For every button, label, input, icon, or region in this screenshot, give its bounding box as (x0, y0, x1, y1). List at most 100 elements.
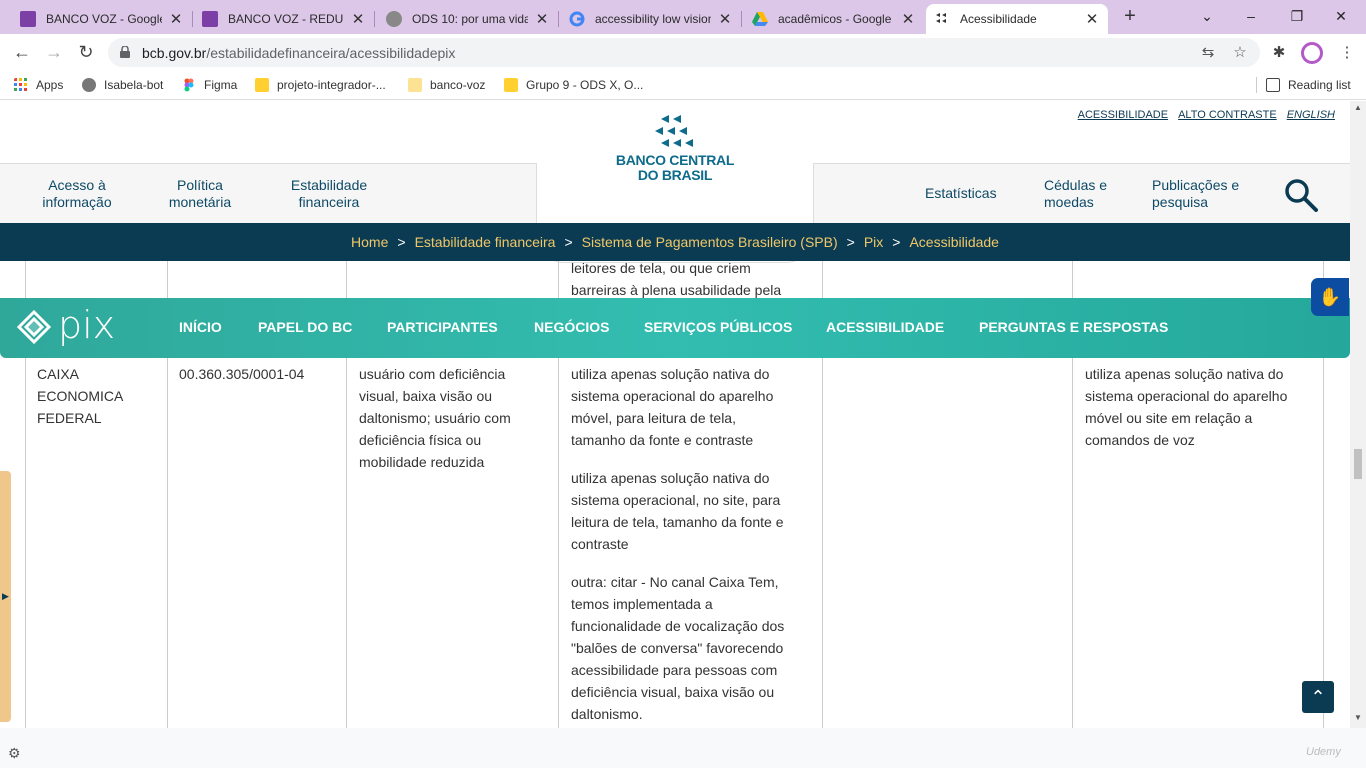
new-tab-button[interactable]: + (1118, 4, 1142, 30)
profile-avatar[interactable] (1301, 42, 1323, 64)
browser-toolbar: ← → ↻ bcb.gov.br/estabilidadefinanceira/… (0, 34, 1366, 70)
logo-text-line1: BANCO CENTRAL (615, 152, 735, 168)
reading-list-button[interactable]: Reading list (1266, 76, 1351, 94)
breadcrumb-home[interactable]: Home (351, 234, 388, 250)
drive-icon (752, 11, 768, 27)
gear-icon[interactable]: ⚙ (8, 745, 21, 762)
menu-icon[interactable]: ⋮ (1336, 42, 1358, 64)
restore-icon[interactable]: ❐ (1282, 4, 1312, 28)
bookmark-isabela-bot[interactable]: Isabela-bot (82, 76, 163, 94)
tab-title: Acessibilidade (960, 12, 1037, 26)
close-window-icon[interactable]: ✕ (1326, 4, 1356, 28)
link-alto-contraste[interactable]: ALTO CONTRASTE (1178, 109, 1277, 121)
close-icon[interactable]: ✕ (1084, 10, 1100, 28)
breadcrumb-spb[interactable]: Sistema de Pagamentos Brasileiro (SPB) (582, 234, 838, 250)
reading-list-icon (1266, 78, 1280, 92)
side-panel-tab[interactable]: ▶ (0, 471, 11, 722)
pix-logo[interactable]: pix (16, 303, 124, 352)
minimize-icon[interactable]: – (1236, 4, 1266, 28)
bcb-icon (934, 11, 950, 27)
extensions-icon[interactable]: ✱ (1268, 42, 1290, 64)
nav-publicacoes-pesquisa[interactable]: Publicações e pesquisa (1152, 177, 1239, 211)
bot-icon (82, 78, 96, 92)
folder-icon (408, 78, 422, 92)
browser-tab-1[interactable]: BANCO VOZ - Google ✕ (12, 4, 193, 34)
pix-logo-text: pix (58, 303, 116, 347)
pix-menu-negocios[interactable]: NEGÓCIOS (534, 319, 609, 335)
link-english[interactable]: ENGLISH (1287, 109, 1335, 121)
bcb-logo[interactable]: BANCO CENTRAL DO BRASIL (610, 113, 740, 183)
lock-icon (120, 46, 130, 58)
tab-title: ODS 10: por uma vida (412, 12, 528, 26)
chevron-right-icon: ▶ (2, 591, 9, 601)
search-icon[interactable] (1284, 178, 1318, 212)
table-cell-institution: CAIXA ECONOMICA FEDERAL (37, 366, 124, 426)
close-icon[interactable]: ✕ (534, 10, 550, 28)
miro-icon (255, 78, 269, 92)
breadcrumb-estabilidade[interactable]: Estabilidade financeira (415, 234, 556, 250)
pix-menu-servicos-publicos[interactable]: SERVIÇOS PÚBLICOS (644, 319, 792, 335)
bookmark-star-icon[interactable]: ☆ (1230, 43, 1250, 63)
pix-menu-participantes[interactable]: PARTICIPANTES (387, 319, 498, 335)
table-cell-cnpj: 00.360.305/0001-04 (179, 366, 305, 382)
accessibility-links: ACESSIBILIDADE ALTO CONTRASTE ENGLISH (1078, 109, 1335, 121)
bookmark-apps[interactable]: Apps (14, 76, 63, 94)
browser-tab-2[interactable]: BANCO VOZ - REDUÇÃ ✕ (194, 4, 375, 34)
table-cell-solutions: utiliza apenas solução nativa do sistema… (571, 366, 785, 722)
scroll-up-icon[interactable]: ▲ (1350, 103, 1366, 112)
watermark-text: Udemy (1306, 746, 1341, 758)
back-to-top-button[interactable]: ⌃ (1302, 681, 1334, 713)
scroll-down-icon[interactable]: ▼ (1350, 713, 1366, 722)
browser-tab-4[interactable]: accessibility low vision ✕ (561, 4, 742, 34)
scrollbar-thumb[interactable] (1354, 449, 1362, 479)
close-icon[interactable]: ✕ (168, 10, 184, 28)
sheets-icon (20, 11, 36, 27)
tab-title: acadêmicos - Google (778, 12, 892, 26)
chevron-up-icon: ⌃ (1310, 687, 1326, 707)
logo-text-line2: DO BRASIL (637, 167, 713, 183)
bookmark-grupo-9[interactable]: Grupo 9 - ODS X, O... (504, 76, 643, 94)
browser-tab-3[interactable]: ODS 10: por uma vida ✕ (378, 4, 559, 34)
bcb-mark-icon (655, 115, 693, 147)
pix-menu-bar: pix INÍCIO PAPEL DO BC PARTICIPANTES NEG… (0, 298, 1350, 358)
table-cell-public: usuário com deficiência visual, baixa vi… (359, 366, 511, 470)
miro-icon (504, 78, 518, 92)
bookmark-projeto-integrador[interactable]: projeto-integrador-... (255, 76, 386, 94)
pix-menu-acessibilidade[interactable]: ACESSIBILIDADE (826, 319, 944, 335)
page-scrollbar[interactable]: ▲ ▼ (1350, 101, 1366, 728)
pix-menu-inicio[interactable]: INÍCIO (179, 319, 222, 335)
bookmark-banco-voz[interactable]: banco-voz (408, 76, 485, 94)
bookmark-figma[interactable]: Figma (182, 76, 237, 94)
browser-tab-5[interactable]: acadêmicos - Google ✕ (744, 4, 924, 34)
tab-search-icon[interactable]: ⌄ (1192, 4, 1222, 28)
tab-title: BANCO VOZ - Google (46, 12, 162, 26)
url-text: bcb.gov.br/estabilidadefinanceira/acessi… (142, 45, 456, 61)
sheets-icon (202, 11, 218, 27)
forward-icon[interactable]: → (41, 40, 67, 64)
close-icon[interactable]: ✕ (900, 10, 916, 28)
browser-tab-strip: BANCO VOZ - Google ✕ BANCO VOZ - REDUÇÃ … (0, 0, 1366, 34)
nav-estatisticas[interactable]: Estatísticas (925, 185, 997, 202)
browser-tab-active[interactable]: Acessibilidade ✕ (926, 4, 1108, 34)
breadcrumb-pix[interactable]: Pix (864, 234, 883, 250)
bottom-overlay-bar: ⚙ Udemy (0, 728, 1366, 768)
google-icon (569, 11, 585, 27)
reload-icon[interactable]: ↻ (73, 40, 99, 64)
libras-hand-icon[interactable]: ✋ (1311, 278, 1349, 316)
pix-menu-papel-bc[interactable]: PAPEL DO BC (258, 319, 352, 335)
translate-icon[interactable]: ⇆ (1198, 43, 1218, 63)
pix-menu-perguntas[interactable]: PERGUNTAS E RESPOSTAS (979, 319, 1168, 335)
nav-politica-monetaria[interactable]: Política monetária (160, 177, 240, 211)
breadcrumb: Home > Estabilidade financeira > Sistema… (0, 223, 1350, 261)
close-icon[interactable]: ✕ (717, 10, 733, 28)
nav-estabilidade-financeira[interactable]: Estabilidade financeira (284, 177, 374, 211)
nav-acesso-informacao[interactable]: Acesso à informação (32, 177, 122, 211)
nav-cedulas-moedas[interactable]: Cédulas e moedas (1044, 177, 1107, 211)
figma-icon (184, 78, 194, 92)
breadcrumb-acessibilidade[interactable]: Acessibilidade (909, 234, 999, 250)
link-acessibilidade[interactable]: ACESSIBILIDADE (1078, 109, 1168, 121)
close-icon[interactable]: ✕ (350, 10, 366, 28)
table-cell-partial: leitores de tela, ou que criem barreiras… (571, 260, 782, 298)
address-bar[interactable]: bcb.gov.br/estabilidadefinanceira/acessi… (108, 38, 1260, 67)
back-icon[interactable]: ← (9, 40, 35, 64)
